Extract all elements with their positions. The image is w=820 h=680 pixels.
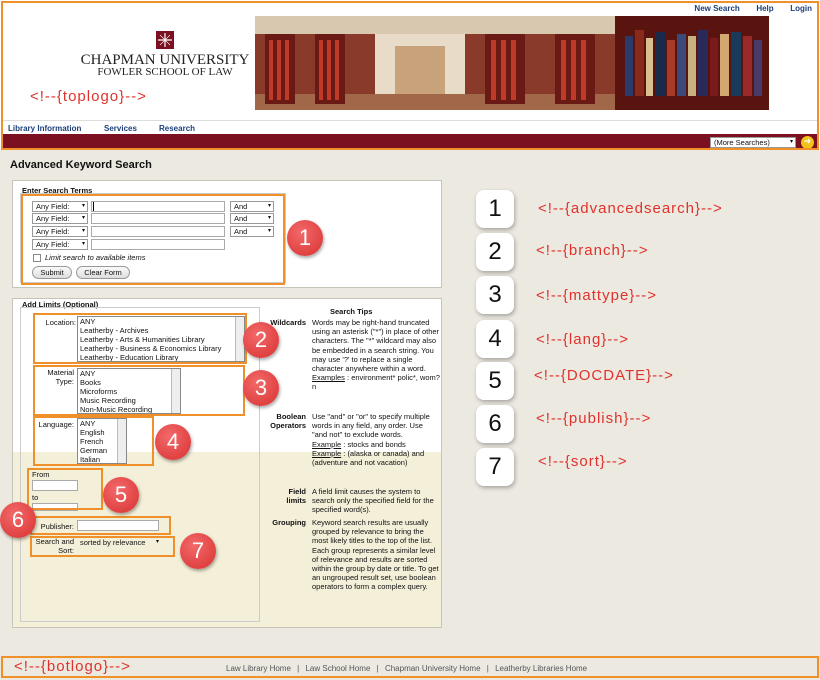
legend-tag-5: <!--{DOCDATE}-->	[534, 367, 674, 384]
callout-5: 5	[103, 477, 139, 513]
legend-num-2: 2	[476, 233, 514, 271]
callout-3: 3	[243, 370, 279, 406]
mattype-highlight	[33, 365, 245, 416]
publish-highlight	[30, 516, 171, 535]
legend-tag-4: <!--{lang}-->	[536, 331, 630, 348]
tip-term-boolean: Boolean Operators	[270, 412, 306, 431]
tip-term-grouping: Grouping	[272, 518, 306, 527]
lang-highlight	[33, 416, 154, 466]
sort-highlight	[30, 536, 175, 557]
tip-text-field: A field limit causes the system to searc…	[312, 487, 434, 515]
search-tips-title: Search Tips	[330, 307, 373, 316]
legend-tag-2: <!--{branch}-->	[536, 242, 649, 259]
legend-num-1: 1	[476, 190, 514, 228]
legend-num-4: 4	[476, 320, 514, 358]
callout-1: 1	[287, 220, 323, 256]
toplogo-highlight	[1, 1, 819, 150]
tip-term-field: Field limits	[286, 487, 306, 506]
docdate-highlight	[27, 468, 103, 510]
legend-num-5: 5	[476, 362, 514, 400]
legend-num-3: 3	[476, 276, 514, 314]
legend-tag-3: <!--{mattype}-->	[536, 287, 658, 304]
legend-num-7: 7	[476, 448, 514, 486]
tip-text-grouping: Keyword search results are usually group…	[312, 518, 439, 592]
branch-highlight	[33, 313, 247, 364]
callout-7: 7	[180, 533, 216, 569]
callout-4: 4	[155, 424, 191, 460]
legend-num-6: 6	[476, 405, 514, 443]
advancedsearch-highlight	[21, 194, 285, 285]
tip-text-boolean: Use "and" or "or" to specify multiple wo…	[312, 412, 430, 468]
tip-text-wildcards: Words may be right-hand truncated using …	[312, 318, 440, 392]
callout-6: 6	[0, 502, 36, 538]
botlogo-highlight	[1, 656, 819, 678]
legend-tag-6: <!--{publish}-->	[536, 410, 652, 427]
legend-tag-1: <!--{advancedsearch}-->	[538, 200, 723, 217]
callout-2: 2	[243, 322, 279, 358]
legend-tag-7: <!--{sort}-->	[538, 453, 628, 470]
page-title: Advanced Keyword Search	[10, 159, 152, 171]
